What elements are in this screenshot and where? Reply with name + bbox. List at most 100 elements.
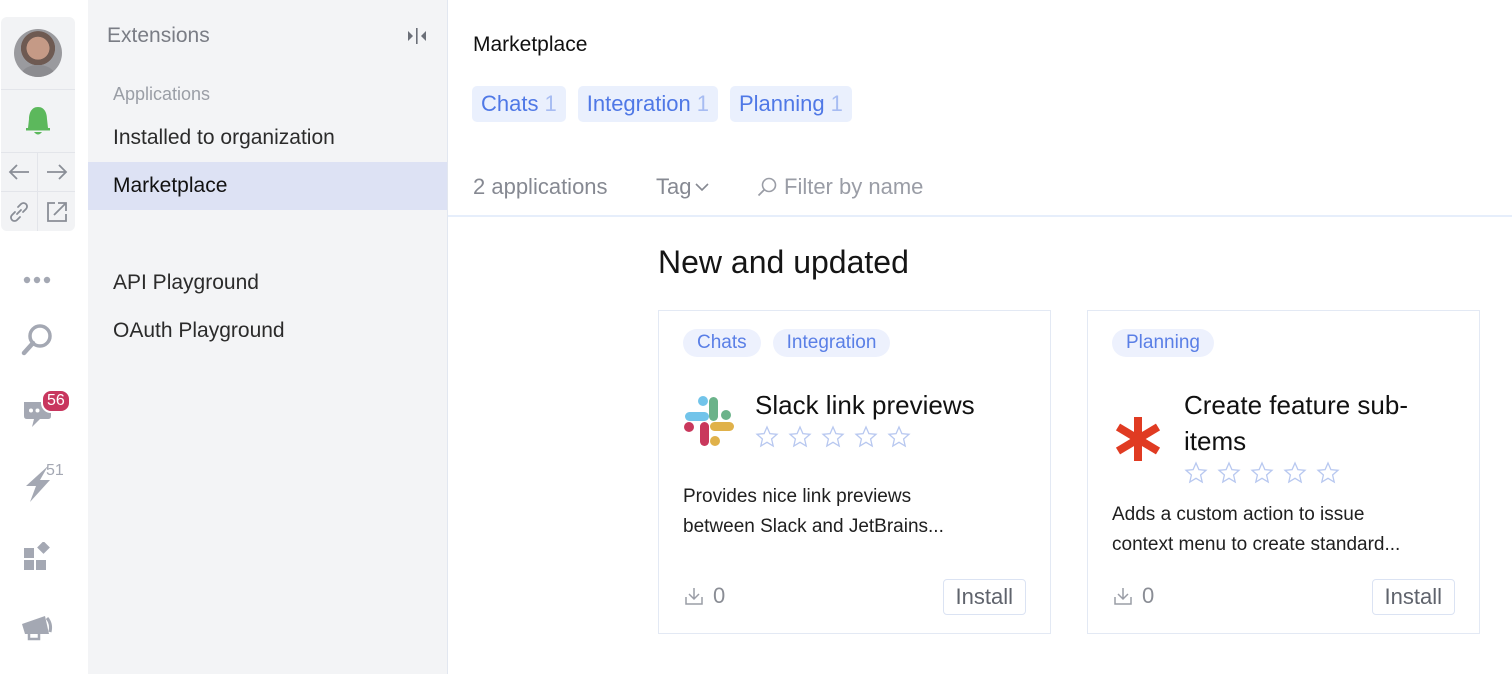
extensions-sidebar: Extensions Applications Installed to org… bbox=[88, 0, 448, 674]
rating-stars bbox=[755, 425, 1035, 449]
sidebar-item-label: Marketplace bbox=[113, 174, 228, 197]
filter-by-name-input[interactable] bbox=[784, 174, 1044, 200]
sidebar-section-applications: Applications bbox=[113, 84, 211, 104]
sidebar-item-marketplace[interactable]: Marketplace bbox=[88, 162, 447, 210]
search-icon bbox=[21, 324, 52, 356]
megaphone-icon bbox=[22, 616, 53, 641]
forward-button[interactable] bbox=[38, 153, 75, 191]
app-tag[interactable]: Chats bbox=[683, 329, 761, 357]
tag-chip-count: 1 bbox=[830, 91, 843, 116]
main-content: Marketplace Chats 1 Integration 1 Planni… bbox=[448, 0, 1512, 674]
rating-stars bbox=[1184, 461, 1464, 485]
star-icon bbox=[1283, 461, 1307, 484]
star-icon bbox=[1184, 461, 1208, 484]
collapse-sidebar-button[interactable] bbox=[403, 24, 431, 48]
copy-link-button[interactable] bbox=[1, 192, 37, 231]
app-description-line: context menu to create standard... bbox=[1112, 534, 1401, 555]
applications-count: 2 applications bbox=[473, 174, 608, 199]
tag-filter-chips: Chats 1 Integration 1 Planning 1 bbox=[472, 86, 852, 122]
more-button[interactable] bbox=[0, 270, 74, 290]
avatar bbox=[14, 29, 62, 77]
star-icon bbox=[887, 425, 911, 448]
star-icon bbox=[854, 425, 878, 448]
app-tag[interactable]: Planning bbox=[1112, 329, 1214, 357]
link-icon bbox=[10, 201, 28, 222]
search-button[interactable] bbox=[0, 320, 74, 360]
rail-top-box bbox=[1, 17, 75, 231]
sidebar-item-label: API Playground bbox=[113, 271, 259, 294]
star-icon bbox=[788, 425, 812, 448]
back-button[interactable] bbox=[1, 153, 37, 191]
app-description-line: Adds a custom action to issue bbox=[1112, 504, 1365, 525]
star-icon bbox=[1316, 461, 1340, 484]
app-card-footer: 0 Install bbox=[1112, 579, 1455, 615]
apps-grid-icon bbox=[24, 542, 50, 570]
install-button[interactable]: Install bbox=[942, 579, 1026, 615]
star-icon bbox=[1250, 461, 1274, 484]
avatar-button[interactable] bbox=[1, 17, 75, 89]
tag-chip-count: 1 bbox=[544, 91, 557, 116]
activity-count: 51 bbox=[46, 462, 64, 479]
tag-chip-label: Integration bbox=[586, 91, 691, 116]
app-window: 56 51 Extensions Applications Installed … bbox=[0, 0, 1512, 674]
star-icon bbox=[821, 425, 845, 448]
app-card-tags: Planning bbox=[1112, 329, 1214, 357]
tag-chip-label: Planning bbox=[738, 91, 825, 116]
download-count: 0 bbox=[1142, 583, 1155, 608]
downloads: 0 bbox=[1112, 583, 1154, 609]
chevron-down-icon bbox=[695, 183, 710, 192]
downloads: 0 bbox=[683, 583, 725, 609]
slack-logo-icon bbox=[684, 396, 734, 446]
app-description-line: Provides nice link previews bbox=[683, 486, 912, 507]
tag-dropdown[interactable]: Tag bbox=[656, 174, 710, 200]
app-title-block: Create feature sub-items bbox=[1184, 387, 1464, 485]
tag-chip-planning[interactable]: Planning 1 bbox=[729, 86, 852, 122]
download-icon bbox=[685, 588, 703, 605]
app-card[interactable]: Chats Integration Slack link previews Pr… bbox=[658, 310, 1051, 634]
app-card[interactable]: Planning Create feature sub-items Adds a… bbox=[1087, 310, 1480, 634]
page-title: Marketplace bbox=[473, 33, 588, 56]
announcements-button[interactable] bbox=[0, 610, 74, 644]
arrow-right-icon bbox=[46, 164, 67, 180]
download-icon bbox=[1114, 588, 1132, 605]
download-count: 0 bbox=[713, 583, 726, 608]
more-dots-icon bbox=[23, 276, 51, 284]
tag-chip-chats[interactable]: Chats 1 bbox=[472, 86, 566, 122]
sidebar-title: Extensions bbox=[107, 24, 210, 47]
star-icon bbox=[1217, 461, 1241, 484]
app-card-footer: 0 Install bbox=[683, 579, 1026, 615]
chats-unread-badge: 56 bbox=[41, 389, 71, 413]
section-title: New and updated bbox=[658, 244, 909, 280]
red-asterisk-logo-icon bbox=[1115, 417, 1161, 461]
bell-icon bbox=[26, 107, 50, 135]
collapse-icon bbox=[408, 28, 426, 44]
app-card-tags: Chats Integration bbox=[683, 329, 891, 357]
sidebar-item-label: OAuth Playground bbox=[113, 319, 285, 342]
extensions-button[interactable] bbox=[0, 540, 74, 574]
app-name[interactable]: Create feature sub-items bbox=[1184, 387, 1464, 459]
sidebar-item-label: Installed to organization bbox=[113, 126, 335, 149]
app-description: Provides nice link previews between Slac… bbox=[683, 482, 1033, 542]
app-tag[interactable]: Integration bbox=[772, 329, 891, 357]
sidebar-item-oauth-playground[interactable]: OAuth Playground bbox=[88, 307, 447, 355]
open-external-button[interactable] bbox=[38, 192, 75, 231]
tag-dropdown-label: Tag bbox=[656, 174, 692, 199]
filter-field[interactable] bbox=[756, 174, 1044, 200]
sidebar-item-installed[interactable]: Installed to organization bbox=[88, 114, 447, 162]
app-description-line: between Slack and JetBrains... bbox=[683, 516, 944, 537]
external-link-icon bbox=[46, 201, 67, 222]
tag-chip-count: 1 bbox=[696, 91, 709, 116]
sidebar-item-api-playground[interactable]: API Playground bbox=[88, 259, 447, 307]
search-icon bbox=[757, 177, 777, 197]
filter-bar: 2 applications Tag bbox=[448, 160, 1512, 217]
left-rail: 56 51 bbox=[0, 0, 88, 674]
install-button[interactable]: Install bbox=[1371, 579, 1455, 615]
star-icon bbox=[755, 425, 779, 448]
app-description: Adds a custom action to issue context me… bbox=[1112, 500, 1462, 560]
notifications-button[interactable] bbox=[1, 90, 75, 152]
app-name[interactable]: Slack link previews bbox=[755, 387, 1035, 423]
tag-chip-integration[interactable]: Integration 1 bbox=[577, 86, 718, 122]
tag-chip-label: Chats bbox=[481, 91, 539, 116]
arrow-left-icon bbox=[8, 164, 29, 180]
app-title-block: Slack link previews bbox=[755, 387, 1035, 449]
